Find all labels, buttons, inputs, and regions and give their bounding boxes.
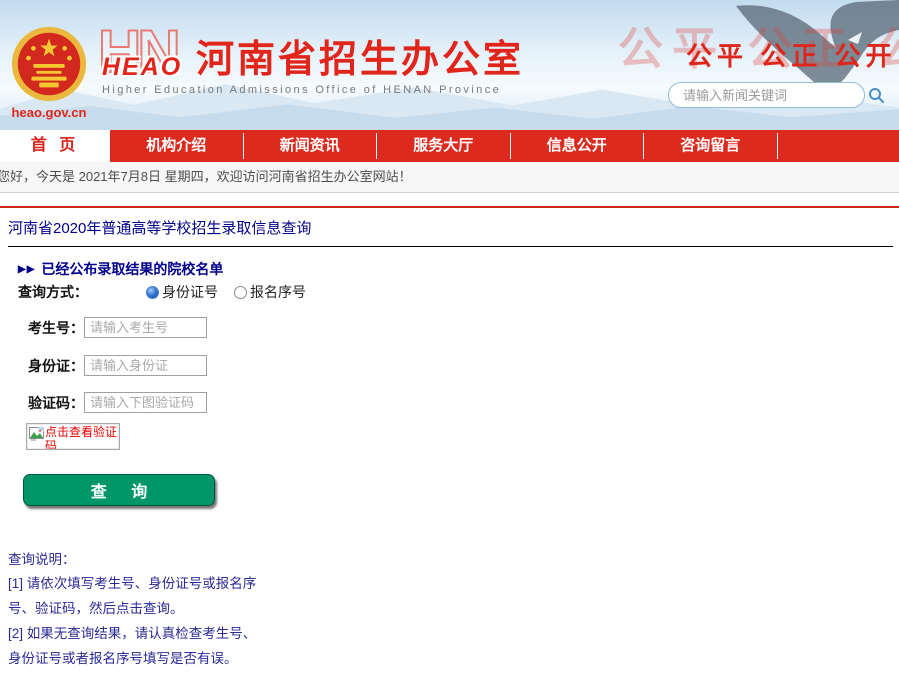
page: heao.gov.cn HN HEAO 河南省招生办公室 Higher Educ…: [0, 0, 899, 678]
captcha-input[interactable]: [84, 392, 207, 413]
radio-registration-number-label[interactable]: 报名序号: [250, 282, 306, 302]
radio-id-number-label[interactable]: 身份证号: [162, 282, 218, 302]
notes-title: 查询说明：: [8, 548, 76, 568]
exam-number-input[interactable]: [84, 317, 207, 338]
note-line: [1] 请依次填写考生号、身份证号或报名序: [8, 572, 256, 592]
note-line: [2] 如果无查询结果，请认真检查考生号、: [8, 622, 256, 642]
greeting-bar: 您好，今天是 2021年7月8日 星期四，欢迎访问河南省招生办公室网站！: [0, 162, 899, 193]
captcha-row: 验证码：: [28, 392, 207, 413]
site-header: heao.gov.cn HN HEAO 河南省招生办公室 Higher Educ…: [0, 0, 899, 130]
radio-id-number[interactable]: [146, 286, 159, 299]
id-card-row: 身份证：: [28, 355, 207, 376]
site-subtitle: Higher Education Admissions Office of HE…: [102, 84, 501, 96]
national-emblem-logo: [10, 25, 88, 103]
published-colleges-link[interactable]: ▶▶ 已经公布录取结果的院校名单: [18, 259, 223, 279]
search-input[interactable]: [669, 88, 865, 103]
id-card-label: 身份证：: [28, 356, 84, 376]
note-line: 号、验证码，然后点击查询。: [8, 597, 184, 617]
query-submit-button[interactable]: 查 询: [23, 474, 215, 506]
page-title: 河南省2020年普通高等学校招生录取信息查询: [8, 217, 311, 238]
title-divider: [8, 246, 893, 247]
news-search-box: [668, 82, 865, 108]
slogan-text: 公平 公正 公开: [686, 36, 896, 73]
nav-item-home[interactable]: 首 页: [0, 130, 110, 162]
query-mode-radio-group: 身份证号 报名序号: [146, 282, 322, 302]
note-line: 身份证号或者报名序号填写是否有误。: [8, 647, 238, 667]
nav-filler: [778, 130, 899, 162]
captcha-alt-text: 点击查看验证码: [45, 425, 117, 450]
captcha-image-broken[interactable]: 点击查看验证码: [26, 423, 120, 450]
nav-item-consult[interactable]: 咨询留言: [644, 133, 778, 159]
heao-logo: HEAO: [102, 53, 182, 82]
main-nav: 首 页 机构介绍 新闻资讯 服务大厅 信息公开 咨询留言: [0, 130, 899, 162]
exam-number-label: 考生号：: [28, 318, 84, 338]
radio-registration-number[interactable]: [234, 286, 247, 299]
nav-item-about[interactable]: 机构介绍: [110, 133, 244, 159]
broken-image-icon: [29, 427, 44, 441]
double-arrow-icon: ▶▶: [18, 264, 35, 275]
query-mode-label: 查询方式：: [18, 282, 88, 302]
exam-number-row: 考生号：: [28, 317, 207, 338]
nav-item-news[interactable]: 新闻资讯: [244, 133, 378, 159]
id-card-input[interactable]: [84, 355, 207, 376]
nav-item-service-hall[interactable]: 服务大厅: [377, 133, 511, 159]
site-domain[interactable]: heao.gov.cn: [0, 105, 98, 120]
query-mode-row: 查询方式： 身份证号 报名序号: [18, 282, 322, 302]
search-icon[interactable]: [865, 87, 891, 103]
published-colleges-link-label: 已经公布录取结果的院校名单: [41, 259, 223, 279]
site-title: 河南省招生办公室: [196, 28, 524, 83]
content-top-rule: [0, 206, 899, 208]
nav-item-info-disclosure[interactable]: 信息公开: [511, 133, 645, 159]
captcha-label: 验证码：: [28, 393, 84, 413]
